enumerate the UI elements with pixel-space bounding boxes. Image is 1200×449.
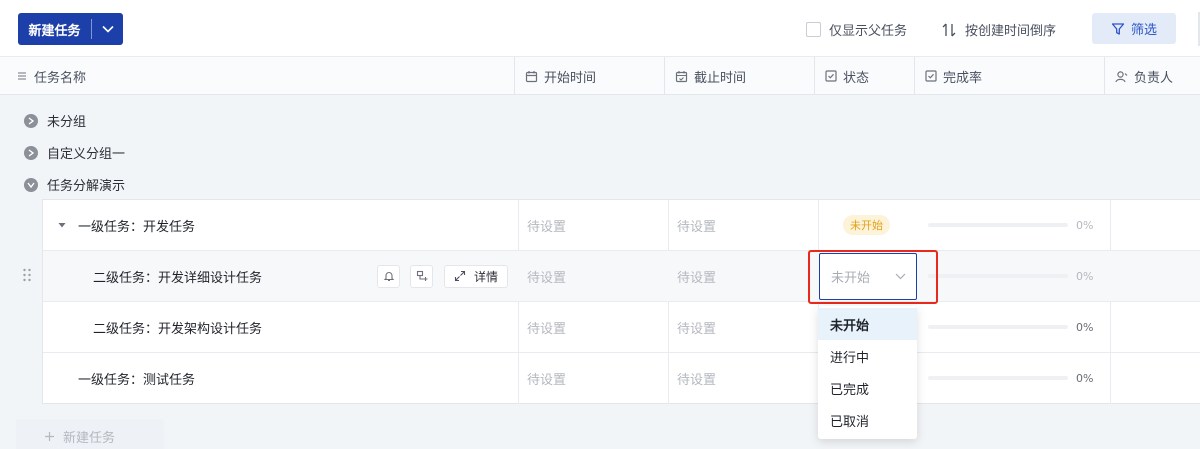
column-progress-label: 完成率	[943, 70, 983, 86]
expand-icon	[454, 270, 466, 282]
subtask-icon	[416, 270, 427, 281]
table-row[interactable]: 一级任务：开发任务 待设置 待设置 未开始 0%	[43, 200, 1200, 251]
collapse-icon[interactable]	[24, 177, 38, 192]
checkbox-icon	[825, 70, 837, 82]
start-time[interactable]: 待设置	[527, 200, 566, 250]
user-icon	[1115, 70, 1128, 82]
start-time[interactable]: 待设置	[527, 353, 566, 403]
new-task-dropdown-toggle[interactable]	[92, 25, 123, 33]
subtask-button[interactable]	[410, 264, 433, 288]
status-option[interactable]: 已取消	[818, 404, 917, 436]
table-row[interactable]: 二级任务：开发详细设计任务 详情 待设置 待设置 0%	[43, 251, 1200, 302]
caret-down-icon	[58, 223, 66, 228]
status-select[interactable]: 未开始	[819, 253, 917, 300]
column-name-label: 任务名称	[34, 70, 87, 86]
status-cell[interactable]: 未开始	[843, 200, 890, 250]
bell-icon	[383, 272, 394, 282]
bell-button[interactable]	[377, 264, 400, 288]
end-time[interactable]: 待设置	[677, 302, 716, 352]
table-header: 任务名称 开始时间 截止时间 状态 完成率 负责人	[0, 57, 1200, 95]
filter-icon	[1111, 22, 1125, 35]
detail-cell[interactable]: 详情	[444, 251, 508, 301]
column-start-label: 开始时间	[544, 70, 597, 86]
group-ungrouped[interactable]: 未分组	[24, 111, 86, 130]
progress-cell: 0%	[928, 302, 1093, 352]
task-name[interactable]: 二级任务：开发详细设计任务	[93, 251, 262, 301]
filter-button[interactable]: 筛选	[1092, 13, 1176, 44]
only-parent-toggle[interactable]: 仅显示父任务	[806, 20, 907, 39]
detail-button[interactable]: 详情	[444, 264, 508, 288]
status-select-value: 未开始	[831, 271, 871, 286]
calendar-icon	[525, 70, 538, 82]
column-end-label: 截止时间	[694, 70, 747, 86]
only-parent-checkbox[interactable]	[806, 22, 821, 37]
progress-cell: 0%	[928, 353, 1093, 403]
column-header-start[interactable]: 开始时间	[514, 57, 664, 95]
task-name[interactable]: 二级任务：开发架构设计任务	[93, 302, 262, 352]
group-task-breakdown[interactable]: 任务分解演示	[24, 175, 125, 194]
table-row[interactable]: 一级任务：测试任务 待设置 待设置 0%	[43, 353, 1200, 404]
calendar-check-icon	[675, 70, 688, 82]
list-icon	[18, 72, 26, 80]
progress-bar	[928, 274, 1068, 278]
only-parent-label: 仅显示父任务	[829, 24, 908, 39]
new-task-button[interactable]: 新建任务	[18, 13, 123, 45]
status-dropdown: 未开始 进行中 已完成 已取消	[818, 306, 917, 439]
progress-text: 0%	[1076, 269, 1094, 283]
detail-label: 详情	[473, 269, 498, 284]
plus-icon	[45, 431, 54, 441]
add-task-label: 新建任务	[63, 430, 116, 446]
chevron-down-icon	[895, 273, 906, 280]
reminder-button[interactable]	[377, 251, 400, 301]
progress-cell: 0%	[928, 200, 1093, 250]
sort-icon	[942, 23, 956, 36]
status-option[interactable]: 进行中	[818, 340, 917, 372]
new-task-label: 新建任务	[28, 23, 81, 39]
toolbar: 新建任务 仅显示父任务 按创建时间倒序 筛选	[0, 0, 1200, 57]
add-subtask-button[interactable]	[410, 251, 433, 301]
progress-bar	[928, 325, 1068, 329]
row-collapse-toggle[interactable]	[57, 200, 67, 250]
filter-label: 筛选	[1130, 23, 1157, 38]
task-table: 一级任务：开发任务 待设置 待设置 未开始 0% 二级任务：开发详细设计任务 详…	[42, 199, 1200, 404]
status-option[interactable]: 已完成	[818, 372, 917, 404]
column-header-name[interactable]: 任务名称	[6, 57, 518, 95]
progress-text: 0%	[1076, 371, 1094, 385]
column-header-owner[interactable]: 负责人	[1104, 57, 1200, 95]
task-name[interactable]: 一级任务：测试任务	[78, 353, 195, 403]
checkbox-icon	[925, 70, 937, 82]
task-name[interactable]: 一级任务：开发任务	[78, 200, 195, 250]
end-time[interactable]: 待设置	[677, 353, 716, 403]
group-label: 未分组	[47, 115, 87, 130]
start-time[interactable]: 待设置	[527, 302, 566, 352]
end-time[interactable]: 待设置	[677, 251, 716, 301]
status-option[interactable]: 未开始	[818, 308, 917, 340]
sort-button[interactable]: 按创建时间倒序	[941, 20, 1056, 39]
progress-bar	[928, 376, 1068, 380]
progress-cell: 0%	[928, 251, 1093, 301]
progress-bar	[928, 223, 1068, 227]
chevron-down-icon	[101, 25, 114, 33]
drag-handle-icon[interactable]	[22, 268, 32, 282]
expand-icon[interactable]	[24, 145, 38, 160]
end-time[interactable]: 待设置	[677, 200, 716, 250]
column-status-label: 状态	[843, 70, 870, 86]
sort-label: 按创建时间倒序	[965, 24, 1057, 39]
table-row[interactable]: 二级任务：开发架构设计任务 待设置 待设置 0%	[43, 302, 1200, 353]
status-badge: 未开始	[843, 215, 890, 235]
expand-icon[interactable]	[24, 113, 38, 128]
column-header-status[interactable]: 状态	[814, 57, 914, 95]
column-header-end[interactable]: 截止时间	[664, 57, 814, 95]
progress-text: 0%	[1076, 218, 1094, 232]
group-label: 任务分解演示	[47, 179, 126, 194]
add-task-button[interactable]: 新建任务	[16, 419, 164, 449]
progress-text: 0%	[1076, 320, 1094, 334]
start-time[interactable]: 待设置	[527, 251, 566, 301]
group-custom-1[interactable]: 自定义分组一	[24, 143, 125, 162]
column-owner-label: 负责人	[1134, 70, 1174, 86]
group-label: 自定义分组一	[47, 147, 126, 162]
column-header-progress[interactable]: 完成率	[914, 57, 1104, 95]
